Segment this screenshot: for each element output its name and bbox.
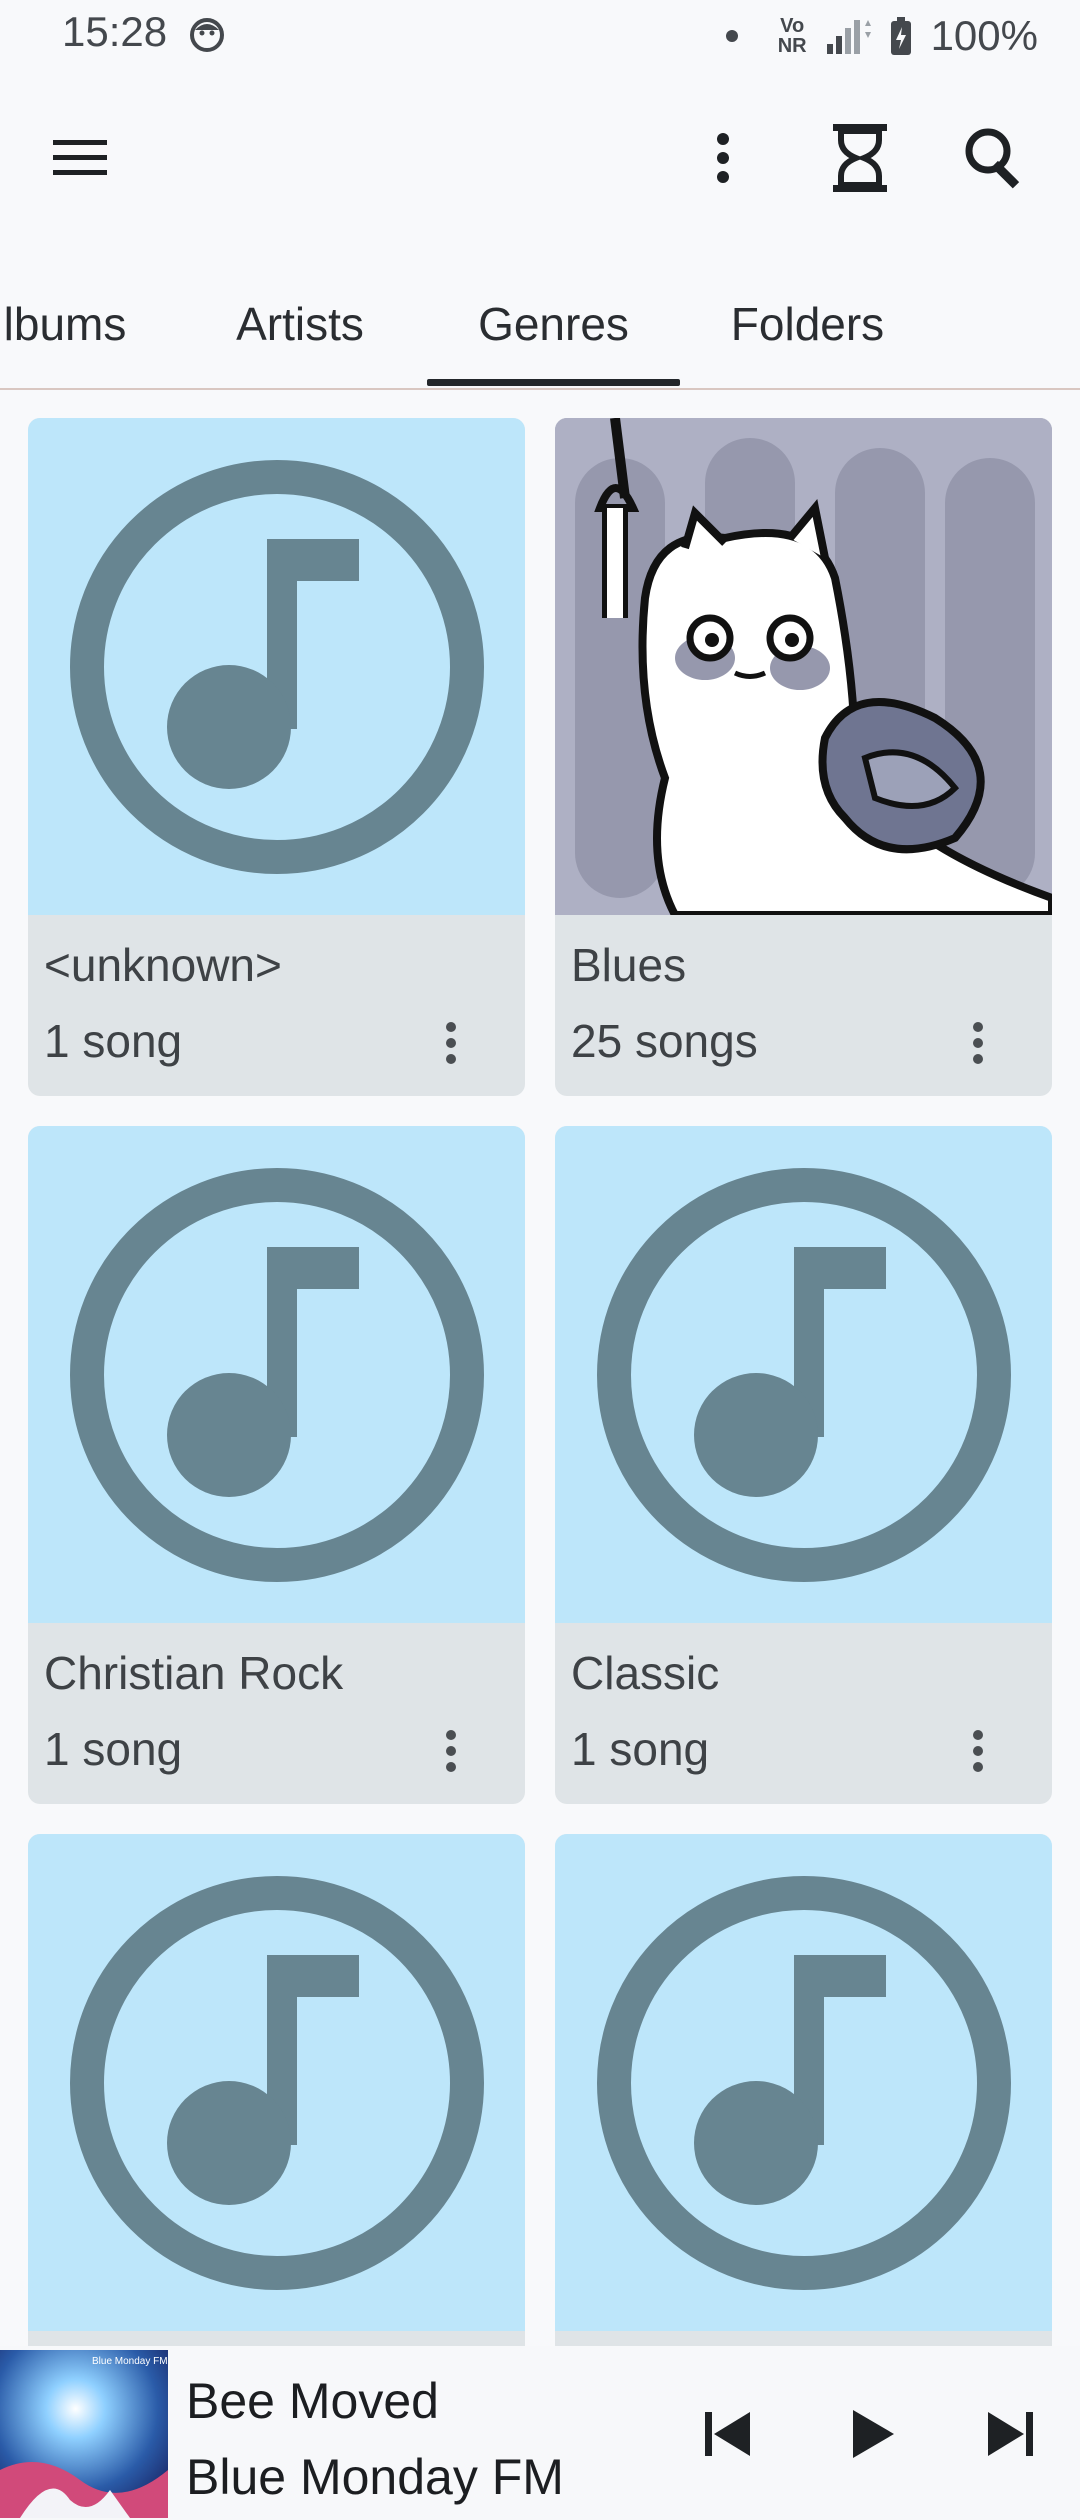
status-time: 15:28 [62, 8, 168, 55]
skip-next-icon [988, 2412, 1033, 2456]
genre-art [555, 418, 1052, 915]
overflow-menu-button[interactable] [690, 118, 756, 198]
more-vert-icon [973, 1730, 983, 1772]
skip-previous-icon [705, 2412, 750, 2456]
now-playing-artist: Blue Monday FM [186, 2449, 564, 2505]
volte-icon: Vo NR [777, 15, 807, 57]
genre-song-count: 1 song [571, 1723, 710, 1775]
music-note-icon [596, 1875, 1011, 2290]
genre-more-button[interactable] [964, 1008, 992, 1078]
genre-art [28, 1834, 525, 2331]
genre-more-button[interactable] [437, 1716, 465, 1786]
status-icons: Vo NR 100% [725, 8, 1038, 64]
menu-button[interactable] [40, 118, 120, 198]
genre-name: <unknown> [44, 939, 282, 991]
now-playing-title: Bee Moved [186, 2373, 439, 2429]
genre-art [28, 1126, 525, 1623]
mini-player[interactable]: Blue Monday FM Bee Moved Blue Monday FM [0, 2346, 1080, 2520]
genre-art [555, 1834, 1052, 2331]
more-vert-icon [973, 1022, 983, 1064]
genre-card-blues[interactable]: Blues 25 songs [555, 418, 1052, 1096]
previous-button[interactable] [690, 2396, 766, 2472]
genre-song-count: 25 songs [571, 1015, 758, 1067]
genre-name: Christian Rock [44, 1647, 344, 1699]
more-vert-icon [446, 1730, 456, 1772]
menu-icon [53, 140, 107, 175]
search-button[interactable] [955, 118, 1035, 198]
battery-percent: 100% [930, 12, 1038, 59]
battery-charging-icon [890, 17, 911, 55]
tab-folders[interactable]: Folders [690, 262, 925, 386]
music-note-icon [69, 1875, 484, 2290]
genre-more-button[interactable] [437, 1008, 465, 1078]
album-cover-image: Blue Monday FM [0, 2350, 168, 2518]
tab-artists[interactable]: Artists [180, 262, 420, 386]
signal-icon [826, 20, 871, 54]
genre-song-count: 1 song [44, 1015, 183, 1067]
cover-text: Blue Monday FM [92, 2356, 168, 2367]
more-vert-icon [717, 133, 729, 183]
genre-song-count: 1 song [44, 1723, 183, 1775]
library-tabs: lbums Artists Genres Folders [0, 262, 1080, 390]
genre-card-classic[interactable]: Classic 1 song [555, 1126, 1052, 1804]
play-button[interactable] [835, 2396, 911, 2472]
genre-card-unknown[interactable]: <unknown> 1 song [28, 418, 525, 1096]
music-note-icon [596, 1167, 1011, 1582]
cat-illustration-image [555, 418, 1052, 915]
search-icon [965, 128, 1020, 189]
genre-name: Classic [571, 1647, 720, 1699]
genre-more-button[interactable] [964, 1716, 992, 1786]
music-note-icon [69, 459, 484, 874]
play-icon [853, 2410, 894, 2458]
genre-name: Blues [571, 939, 687, 991]
status-bar: 15:28 Vo NR 100% [0, 0, 1080, 72]
genre-art [555, 1126, 1052, 1623]
notification-face-icon [190, 18, 224, 52]
album-cover[interactable]: Blue Monday FM [0, 2350, 168, 2518]
music-note-icon [69, 1167, 484, 1582]
tab-albums[interactable]: lbums [0, 262, 160, 386]
notification-dot-icon [725, 30, 738, 42]
genre-card-christian-rock[interactable]: Christian Rock 1 song [28, 1126, 525, 1804]
next-button[interactable] [972, 2396, 1048, 2472]
tab-genres[interactable]: Genres [427, 262, 680, 386]
top-app-bar [0, 80, 1080, 240]
hourglass-icon [833, 124, 887, 192]
sleep-timer-button[interactable] [820, 114, 900, 202]
genre-art [28, 418, 525, 915]
more-vert-icon [446, 1022, 456, 1064]
